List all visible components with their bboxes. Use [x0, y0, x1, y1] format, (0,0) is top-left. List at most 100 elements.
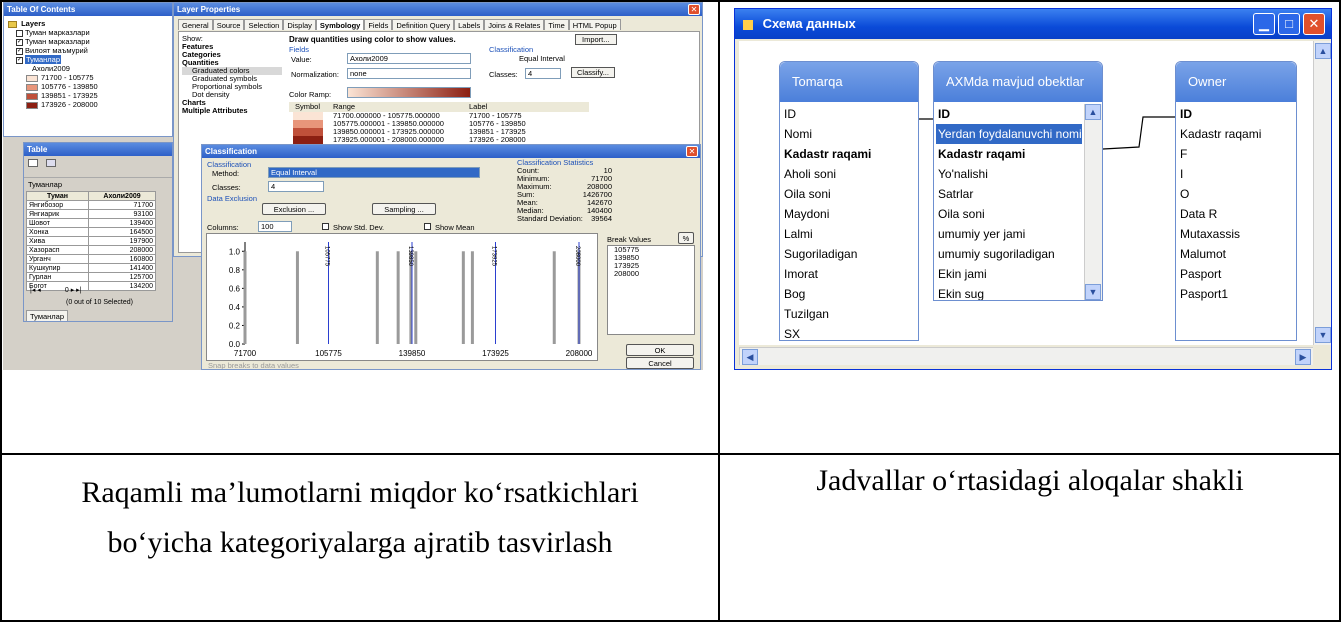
column-header[interactable]: Туман: [25, 191, 90, 201]
field-item[interactable]: Tuzilgan: [782, 304, 916, 324]
district-cell[interactable]: Шовот: [25, 218, 90, 228]
population-cell[interactable]: 141400: [88, 263, 156, 273]
toc-layer-row[interactable]: ✓ Туманлар: [8, 55, 168, 64]
field-item[interactable]: F: [1178, 144, 1294, 164]
population-cell[interactable]: 134200: [88, 281, 156, 291]
tab-html-popup[interactable]: HTML Popup: [568, 19, 621, 30]
tab-general[interactable]: General: [178, 19, 213, 30]
district-cell[interactable]: Хива: [25, 236, 90, 246]
next-record-icon[interactable]: ▸ ▸|: [71, 287, 82, 294]
cancel-button[interactable]: Cancel: [626, 357, 694, 369]
field-item[interactable]: Imorat: [782, 264, 916, 284]
field-item[interactable]: Kadastr raqami: [782, 144, 916, 164]
field-item[interactable]: O: [1178, 184, 1294, 204]
field-item[interactable]: Ekin sug: [936, 284, 1082, 300]
table-name[interactable]: Tomarqa: [780, 62, 918, 102]
percent-button[interactable]: %: [678, 232, 694, 244]
table-name[interactable]: Owner: [1176, 62, 1296, 102]
field-item[interactable]: umumiy sugoriladigan: [936, 244, 1082, 264]
field-item[interactable]: Mutaxassis: [1178, 224, 1294, 244]
show-item[interactable]: Multiple Attributes: [182, 107, 282, 115]
population-cell[interactable]: 208000: [88, 245, 156, 255]
classes-select[interactable]: 4: [268, 181, 324, 192]
district-cell[interactable]: Хазорасп: [25, 245, 90, 255]
district-cell[interactable]: Хонка: [25, 227, 90, 237]
symbol-swatch[interactable]: [293, 136, 323, 144]
table-options-icon[interactable]: [28, 159, 38, 167]
column-header[interactable]: Ахоли2009: [88, 191, 156, 201]
field-list-scrollbar[interactable]: ▲ ▼: [1084, 104, 1102, 300]
normalization-select[interactable]: none: [347, 68, 471, 79]
columns-spinner[interactable]: 100: [258, 221, 292, 232]
field-item[interactable]: Data R: [1178, 204, 1294, 224]
table-row[interactable]: Хива 197900: [25, 236, 156, 246]
tab-display[interactable]: Display: [283, 19, 316, 30]
table-row[interactable]: Янгиарик 93100: [25, 209, 156, 219]
table-name[interactable]: AXMda mavjud obektlar: [934, 62, 1102, 102]
scroll-right-icon[interactable]: ▶: [1295, 349, 1311, 365]
show-mean-checkbox[interactable]: [424, 223, 431, 230]
district-cell[interactable]: Урганч: [25, 254, 90, 264]
layer-name[interactable]: Туман марказлари: [25, 37, 90, 46]
toc-layer-row[interactable]: Туман марказлари: [8, 28, 168, 37]
field-item[interactable]: Kadastr raqami: [1178, 124, 1294, 144]
tab-symbology[interactable]: Symbology: [315, 19, 365, 30]
population-cell[interactable]: 93100: [88, 209, 156, 219]
district-cell[interactable]: Янгибозор: [25, 200, 90, 210]
maximize-icon[interactable]: □: [1278, 13, 1300, 35]
exclusion-button[interactable]: Exclusion ...: [262, 203, 326, 215]
symbol-swatch[interactable]: [293, 112, 323, 120]
color-ramp-select[interactable]: [347, 87, 471, 98]
layer-name[interactable]: Туманлар: [25, 55, 62, 64]
tab-definition-query[interactable]: Definition Query: [392, 19, 455, 30]
close-icon[interactable]: ✕: [686, 146, 698, 157]
layer-name[interactable]: Туман марказлари: [25, 28, 90, 37]
field-item[interactable]: Lalmi: [782, 224, 916, 244]
horizontal-scrollbar[interactable]: ◀ ▶: [739, 347, 1313, 365]
layer-checkbox[interactable]: ✓: [16, 47, 23, 55]
related-tables-icon[interactable]: [46, 159, 56, 167]
field-item[interactable]: Maydoni: [782, 204, 916, 224]
value-select[interactable]: Ахоли2009: [347, 53, 471, 64]
tab-joins-relates[interactable]: Joins & Relates: [484, 19, 545, 30]
field-item[interactable]: Oila soni: [782, 184, 916, 204]
table-row[interactable]: Янгибозор 71700: [25, 200, 156, 210]
population-cell[interactable]: 164500: [88, 227, 156, 237]
tab-time[interactable]: Time: [544, 19, 569, 30]
field-item[interactable]: Pasport: [1178, 264, 1294, 284]
table-box-tomarqa[interactable]: Tomarqa ID Nomi Kadastr raqami Aholi soni Oi…: [779, 61, 919, 341]
table-row[interactable]: Шовот 139400: [25, 218, 156, 228]
toc-layer-row[interactable]: ✓ Туман марказлари: [8, 37, 168, 46]
district-cell[interactable]: Янгиарик: [25, 209, 90, 219]
field-item[interactable]: umumiy yer jami: [936, 224, 1082, 244]
layer-checkbox[interactable]: [16, 29, 23, 37]
import-button[interactable]: Import...: [575, 34, 617, 45]
district-cell[interactable]: Кушкупир: [25, 263, 90, 273]
layer-checkbox[interactable]: ✓: [16, 56, 23, 64]
toc-layer-row[interactable]: ✓ Вилоят маъмурий: [8, 46, 168, 55]
method-select[interactable]: Equal Interval: [268, 167, 480, 178]
ok-button[interactable]: OK: [626, 344, 694, 356]
sampling-button[interactable]: Sampling ...: [372, 203, 436, 215]
close-icon[interactable]: ✕: [688, 4, 700, 15]
show-std-checkbox[interactable]: [322, 223, 329, 230]
field-item[interactable]: Sugoriladigan: [782, 244, 916, 264]
field-item[interactable]: ID: [782, 104, 916, 124]
table-box-owner[interactable]: Owner ID Kadastr raqami F I O Data R Mutaxassi…: [1175, 61, 1297, 341]
tab-selection[interactable]: Selection: [244, 19, 284, 30]
district-cell[interactable]: Гурлан: [25, 272, 90, 282]
field-item[interactable]: Yo'nalishi: [936, 164, 1082, 184]
vertical-scrollbar[interactable]: ▲ ▼: [1313, 41, 1331, 345]
close-icon[interactable]: ✕: [1303, 13, 1325, 35]
field-item[interactable]: Satrlar: [936, 184, 1082, 204]
minimize-icon[interactable]: ▁: [1253, 13, 1275, 35]
field-item[interactable]: Ekin jami: [936, 264, 1082, 284]
population-cell[interactable]: 125700: [88, 272, 156, 282]
classify-button[interactable]: Classify...: [571, 67, 615, 78]
field-item[interactable]: Pasport1: [1178, 284, 1294, 304]
break-value[interactable]: 208000: [614, 270, 694, 278]
record-navigator[interactable]: |◂ ◂ 0 ▸ ▸|: [30, 286, 82, 294]
scroll-down-icon[interactable]: ▼: [1315, 327, 1331, 343]
record-number[interactable]: 0: [43, 287, 69, 294]
population-cell[interactable]: 71700: [88, 200, 156, 210]
